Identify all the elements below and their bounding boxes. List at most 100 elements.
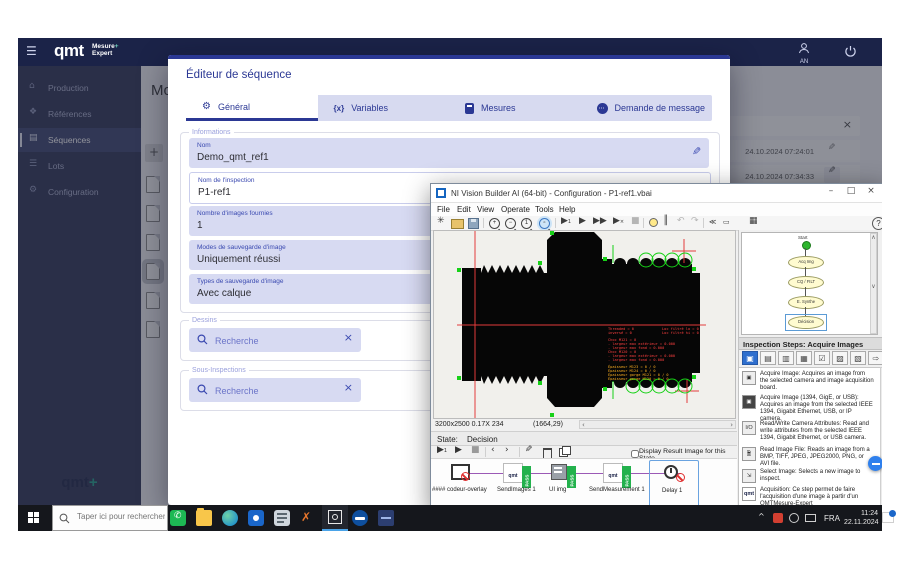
minimize-button[interactable]: – [822, 187, 840, 200]
zoom-1to1-icon[interactable]: 1 [521, 218, 532, 229]
phone-app-icon[interactable]: ✆ [170, 510, 186, 526]
close-button[interactable]: × [862, 187, 880, 200]
language-indicator[interactable]: FRA [824, 514, 840, 540]
clear-search-icon[interactable]: × [344, 382, 353, 393]
roi-icon[interactable]: ▭ [723, 219, 730, 226]
help-icon[interactable]: ? [872, 217, 882, 230]
notepad-app-icon[interactable] [274, 510, 290, 526]
message-icon [597, 103, 608, 114]
undo-icon[interactable]: ↶ [677, 217, 685, 226]
step-icon-sendimages[interactable]: qmt PASS [503, 463, 523, 483]
redo-icon[interactable]: ↷ [691, 217, 699, 226]
tray-circle-icon[interactable] [789, 513, 799, 523]
state-label: State: [437, 435, 458, 444]
image-canvas[interactable]: Threaded = 0 inversé = 0 Loc filtré lo =… [433, 230, 736, 419]
field-value: Demo_qmt_ref1 [197, 152, 269, 163]
tab-demande-message[interactable]: Demande de message [581, 95, 713, 121]
clock[interactable]: 11:24 22.11.2024 [844, 509, 878, 535]
display-result-checkbox[interactable] [631, 450, 639, 458]
tray-display-icon[interactable] [805, 514, 816, 522]
clear-search-icon[interactable]: × [344, 332, 353, 343]
scroll-right-icon[interactable]: › [730, 421, 733, 429]
step-icon-ui-img[interactable]: PASS [551, 463, 571, 483]
taskbar-search-input[interactable] [75, 511, 167, 522]
run-icon[interactable]: ▶ [579, 217, 586, 226]
dark-app-icon[interactable] [378, 510, 394, 526]
state-node-selected[interactable]: Décision [788, 316, 824, 329]
tab-variables[interactable]: {x} Variables [318, 95, 450, 121]
menu-operate[interactable]: Operate [501, 205, 530, 214]
save-icon[interactable] [468, 218, 479, 229]
zoom-fit-icon[interactable]: ▫ [539, 218, 550, 229]
start-node [802, 241, 811, 250]
tab-enhance-icon[interactable]: ▤ [760, 351, 776, 365]
tray-red-icon[interactable] [773, 513, 783, 523]
hamburger-menu-icon[interactable]: ☰ [26, 45, 37, 57]
taskbar-search[interactable] [52, 505, 168, 531]
menu-help[interactable]: Help [559, 205, 575, 214]
menu-edit[interactable]: Edit [457, 205, 471, 214]
tab-identify-icon[interactable]: ▨ [832, 351, 848, 365]
step-icon-sendmeasurement[interactable]: qmt PASS [603, 463, 623, 483]
state-node[interactable]: CQ / FILT [788, 276, 824, 289]
zoom-in-icon[interactable]: + [489, 218, 500, 229]
user-menu[interactable]: AN [794, 41, 814, 65]
tab-general[interactable]: ⚙ Général [186, 95, 318, 121]
menu-view[interactable]: View [477, 205, 494, 214]
zoom-out-icon[interactable]: − [505, 218, 516, 229]
state-node[interactable]: E. Synthe [788, 296, 824, 309]
stop-icon[interactable]: ■ [631, 217, 640, 226]
edit-icon[interactable]: ✎ [692, 146, 701, 157]
active-app-ni-vision[interactable] [322, 505, 348, 531]
edge-browser-icon[interactable] [222, 510, 238, 526]
palette-vscroll[interactable]: ∧∨ [880, 367, 882, 511]
tab-tools-icon[interactable]: ▧ [850, 351, 866, 365]
search-input[interactable] [213, 381, 337, 400]
field-nom[interactable]: Nom Demo_qmt_ref1 ✎ [189, 138, 709, 168]
state-diagram[interactable]: Start Acq Img CQ / FILT E. Synthe Décisi… [741, 232, 878, 335]
run-state-icon[interactable]: ▶ [455, 446, 462, 455]
edit-step-icon[interactable]: ✎ [525, 446, 533, 455]
start-button[interactable] [28, 512, 39, 523]
menu-file[interactable]: File [437, 205, 450, 214]
run-state-once-icon[interactable]: ▶1 [437, 446, 447, 455]
tab-locate-icon[interactable]: ▥ [778, 351, 794, 365]
pause-icon[interactable]: ║ [663, 217, 668, 226]
menu-tools[interactable]: Tools [535, 205, 554, 214]
svg-text:- largeur max fond = 0.000: - largeur max fond = 0.000 [608, 358, 664, 362]
power-icon[interactable] [844, 45, 857, 58]
run-once-icon[interactable]: ▶1 [561, 217, 571, 226]
blue-app-icon[interactable] [248, 510, 264, 526]
file-explorer-icon[interactable] [196, 510, 212, 526]
diagram-vscroll[interactable]: ∧∨ [870, 233, 877, 334]
prev-icon[interactable]: ‹ [491, 446, 495, 455]
tab-mesures[interactable]: Mesures [449, 95, 581, 121]
scroll-left-icon[interactable]: ‹ [582, 421, 585, 429]
notification-center-icon[interactable] [882, 512, 894, 523]
tab-acquire-icon[interactable]: ▣ [742, 351, 758, 365]
tab-label: Variables [351, 103, 388, 113]
light-icon[interactable] [649, 218, 658, 227]
tab-communicate-icon[interactable]: ⇨ [868, 351, 882, 365]
state-node[interactable]: Acq Img [788, 256, 824, 269]
run-continuous-icon[interactable]: ▶▶ [593, 217, 607, 226]
stop-state-icon[interactable]: ■ [471, 446, 480, 455]
open-folder-icon[interactable] [451, 219, 464, 229]
copy-step-icon[interactable] [559, 448, 568, 457]
run-stop-icon[interactable]: ▶× [613, 217, 624, 226]
tray-chevron-icon[interactable]: ^ [758, 513, 765, 539]
canvas-hscrollbar[interactable]: ‹ › [579, 420, 736, 429]
maximize-button[interactable]: □ [842, 187, 860, 200]
align-left-icon[interactable]: ≪ [709, 219, 716, 226]
tab-check-icon[interactable]: ☑ [814, 351, 830, 365]
window-titlebar[interactable]: NI Vision Builder AI (64-bit) - Configur… [431, 184, 882, 203]
overlay-handle-button[interactable] [868, 456, 882, 471]
step-icon-codeur-overlay[interactable] [451, 463, 471, 483]
tab-measure-icon[interactable]: ▦ [796, 351, 812, 365]
orange-tool-icon[interactable]: ✗ [300, 510, 316, 526]
search-input[interactable] [213, 331, 337, 350]
teamviewer-icon[interactable] [352, 510, 368, 526]
next-icon[interactable]: › [505, 446, 509, 455]
selected-step-box[interactable]: Delay 1 [649, 460, 699, 507]
new-icon[interactable]: ✳ [437, 217, 445, 226]
